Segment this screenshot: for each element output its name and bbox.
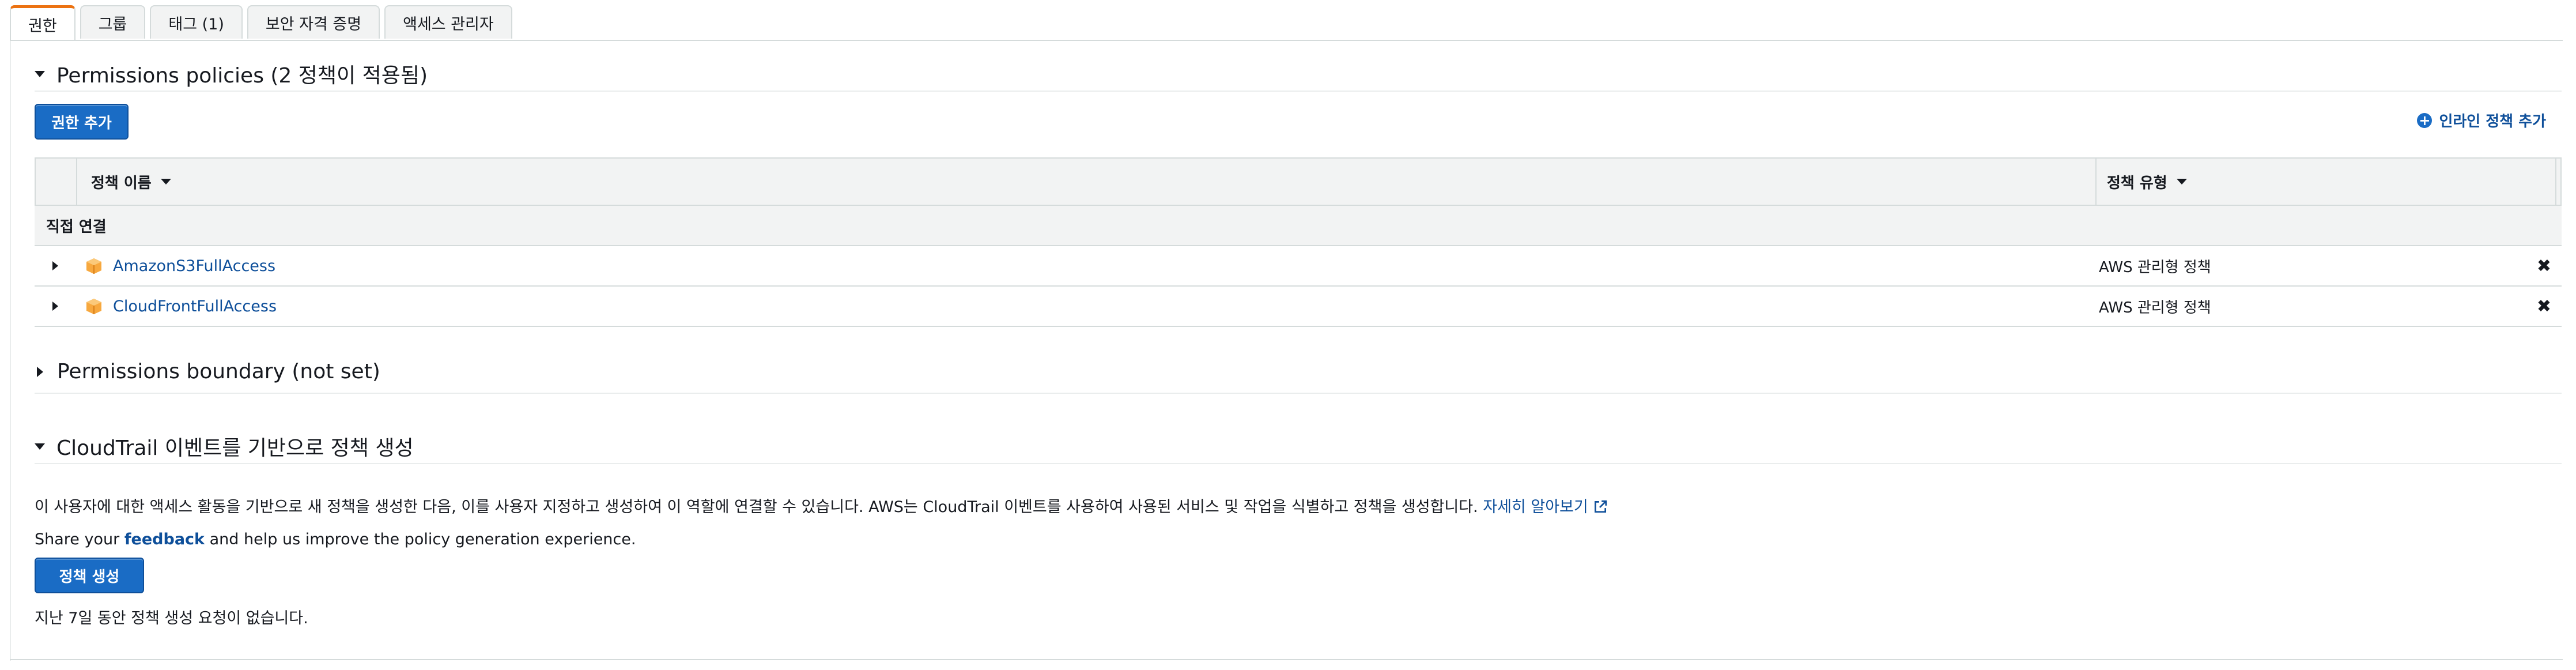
tab-label: 태그 (1) [168, 15, 224, 33]
table-header: 정책 이름 정책 유형 [35, 157, 2562, 206]
tab-tags[interactable]: 태그 (1) [150, 5, 243, 39]
add-inline-policy-link[interactable]: + 인라인 정책 추가 [2417, 110, 2546, 131]
expand-row-button[interactable] [35, 261, 76, 270]
aws-managed-policy-icon [86, 299, 101, 314]
tab-groups[interactable]: 그룹 [80, 5, 146, 39]
tab-label: 보안 자격 증명 [265, 15, 362, 33]
permissions-boundary-header[interactable]: Permissions boundary (not set) [35, 360, 380, 383]
permissions-policies-header[interactable]: Permissions policies (2 정책이 적용됨) [35, 59, 428, 89]
feedback-link[interactable]: feedback [124, 530, 205, 548]
policy-name-link[interactable]: AmazonS3FullAccess [113, 257, 2088, 275]
table-row: CloudFrontFullAccess AWS 관리형 정책 ✖ [35, 287, 2562, 327]
section-divider [35, 463, 2562, 464]
table-row: AmazonS3FullAccess AWS 관리형 정책 ✖ [35, 246, 2562, 287]
link-label: 인라인 정책 추가 [2439, 113, 2546, 130]
cloudtrail-policy-generation-header[interactable]: CloudTrail 이벤트를 기반으로 정책 생성 [35, 431, 414, 461]
tab-label: 그룹 [98, 15, 127, 33]
sort-caret-icon [2176, 179, 2187, 185]
remove-policy-icon[interactable]: ✖ [2537, 296, 2551, 317]
expand-caret-icon [52, 302, 58, 311]
section-title: Permissions policies (2 정책이 적용됨) [56, 64, 428, 88]
remove-policy-icon[interactable]: ✖ [2537, 256, 2551, 276]
tab-access-advisor[interactable]: 액세스 관리자 [384, 5, 512, 39]
no-requests-message: 지난 7일 동안 정책 생성 요청이 없습니다. [35, 605, 308, 628]
sort-caret-icon [160, 179, 171, 185]
policy-name-link[interactable]: CloudFrontFullAccess [113, 298, 2088, 315]
tab-security-credentials[interactable]: 보안 자격 증명 [247, 5, 380, 39]
collapse-caret-icon [35, 70, 45, 77]
policy-type: AWS 관리형 정책 [2099, 299, 2211, 317]
column-header-policy-type[interactable]: 정책 유형 [2097, 159, 2556, 205]
group-label: 직접 연결 [46, 218, 107, 236]
section-divider [35, 91, 2562, 92]
tab-permissions[interactable]: 권한 [10, 5, 75, 41]
expand-caret-icon [52, 261, 58, 270]
panel-bottom-border [10, 659, 2563, 660]
group-row-direct-attached: 직접 연결 [35, 206, 2562, 246]
message-text: 지난 7일 동안 정책 생성 요청이 없습니다. [35, 609, 308, 627]
tab-label: 액세스 관리자 [403, 15, 494, 33]
column-label: 정책 이름 [91, 174, 152, 192]
cloudtrail-description: 이 사용자에 대한 액세스 활동을 기반으로 새 정책을 생성한 다음, 이를 … [35, 494, 1608, 517]
generate-policy-button[interactable]: 정책 생성 [35, 558, 144, 593]
button-label: 정책 생성 [59, 568, 120, 586]
column-header-policy-name[interactable]: 정책 이름 [77, 159, 2097, 205]
link-label: 자세히 알아보기 [1483, 498, 1588, 516]
button-label: 권한 추가 [51, 114, 112, 132]
section-title: CloudTrail 이벤트를 기반으로 정책 생성 [56, 436, 414, 460]
expand-row-button[interactable] [35, 302, 76, 311]
expand-caret-icon [37, 366, 43, 377]
external-link-icon [1594, 500, 1607, 513]
select-column-header [36, 159, 77, 205]
tab-bar: 권한 그룹 태그 (1) 보안 자격 증명 액세스 관리자 [10, 5, 517, 41]
plus-circle-icon: + [2417, 112, 2433, 128]
feedback-text: Share your feedback and help us improve … [35, 530, 636, 548]
feedback-suffix: and help us improve the policy generatio… [209, 530, 636, 548]
policies-table: 정책 이름 정책 유형 직접 연결 AmazonS3FullAccess AWS… [35, 157, 2562, 327]
collapse-caret-icon [35, 443, 45, 450]
add-permissions-button[interactable]: 권한 추가 [35, 104, 129, 140]
column-label: 정책 유형 [2107, 174, 2167, 192]
section-divider [35, 393, 2562, 394]
aws-managed-policy-icon [86, 258, 101, 274]
tab-label: 권한 [28, 17, 57, 35]
policy-type: AWS 관리형 정책 [2099, 258, 2211, 276]
section-title: Permissions boundary (not set) [57, 360, 380, 383]
description-text: 이 사용자에 대한 액세스 활동을 기반으로 새 정책을 생성한 다음, 이를 … [35, 498, 1478, 516]
feedback-prefix: Share your [35, 530, 120, 548]
tab-divider [10, 40, 2563, 41]
panel-left-border [10, 41, 11, 661]
learn-more-link[interactable]: 자세히 알아보기 [1483, 498, 1607, 516]
